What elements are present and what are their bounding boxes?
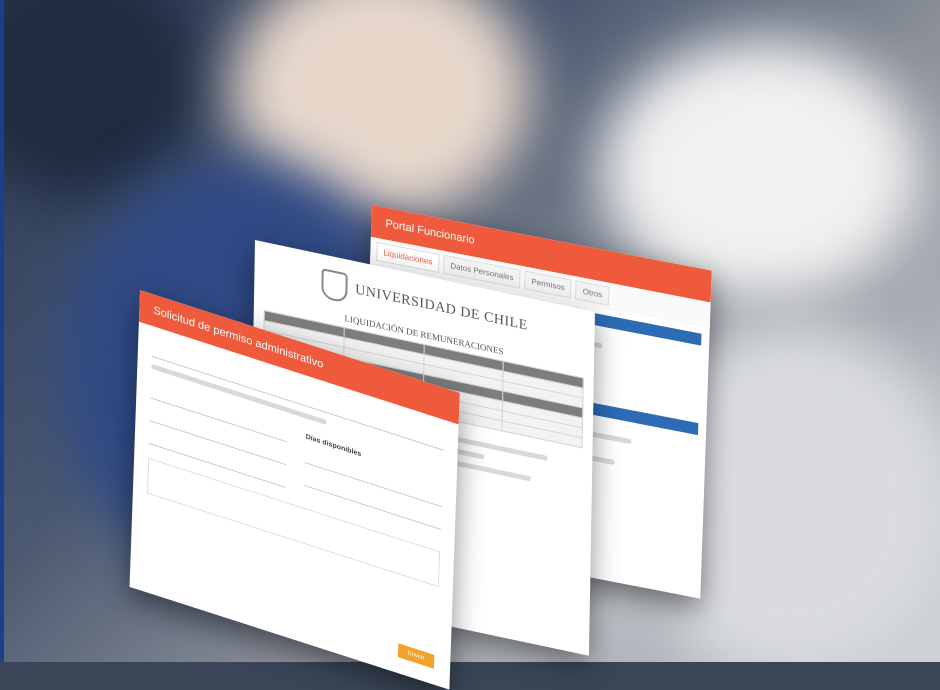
tab-otros[interactable]: Otros — [575, 280, 610, 306]
blur-shape — [0, 0, 200, 200]
send-button[interactable]: Enviar — [397, 643, 435, 669]
tab-permisos[interactable]: Permisos — [524, 270, 573, 299]
crest-icon — [320, 268, 348, 304]
left-edge-bar — [0, 0, 4, 662]
